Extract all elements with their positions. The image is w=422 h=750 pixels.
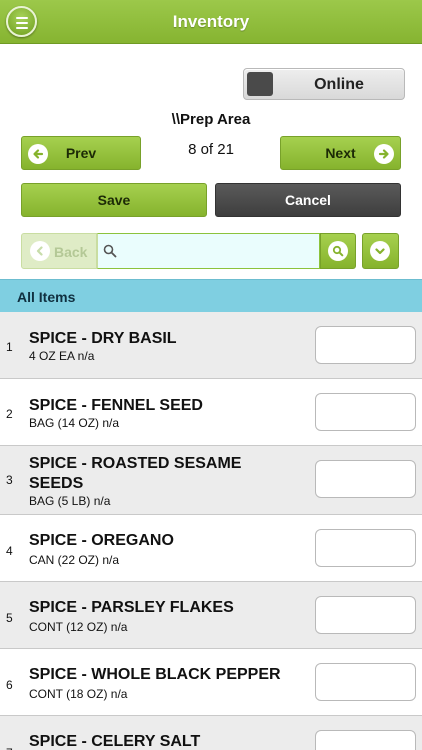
item-name: SPICE - CELERY SALT xyxy=(29,733,201,750)
cancel-button[interactable]: Cancel xyxy=(215,183,401,217)
item-number: 6 xyxy=(6,678,13,692)
page-title: Inventory xyxy=(172,12,250,31)
list-item: 1 SPICE - DRY BASIL 4 OZ EA n/a xyxy=(0,312,422,379)
page-counter: 8 of 21 xyxy=(188,141,234,158)
quantity-input[interactable] xyxy=(315,529,416,567)
item-name: SPICE - PARSLEY FLAKES xyxy=(29,599,234,616)
item-detail: CAN (22 OZ) n/a xyxy=(29,553,120,567)
item-detail: 4 OZ EA n/a xyxy=(29,349,95,363)
quantity-input[interactable] xyxy=(315,730,416,750)
item-number: 3 xyxy=(6,473,13,487)
item-name: SPICE - ROASTED SESAME SEEDS xyxy=(29,455,242,492)
save-button[interactable]: Save xyxy=(21,183,207,217)
quantity-input[interactable] xyxy=(315,393,416,431)
prev-label: Prev xyxy=(65,145,97,161)
item-name: SPICE - FENNEL SEED xyxy=(29,397,203,414)
chevron-down-icon xyxy=(370,241,390,261)
item-detail: CONT (12 OZ) n/a xyxy=(29,620,128,634)
item-number: 5 xyxy=(6,611,13,625)
list-header-label: All Items xyxy=(17,289,76,305)
item-detail: CONT (18 OZ) n/a xyxy=(29,687,128,701)
toggle-knob xyxy=(247,72,273,96)
search-box xyxy=(97,233,320,269)
back-label: Back xyxy=(54,244,88,260)
quantity-input[interactable] xyxy=(315,460,416,498)
arrow-right-icon xyxy=(374,144,394,164)
list-item: 6 SPICE - WHOLE BLACK PEPPER CONT (18 OZ… xyxy=(0,649,422,716)
item-number: 4 xyxy=(6,544,13,558)
next-label: Next xyxy=(325,145,356,161)
quantity-input[interactable] xyxy=(315,326,416,364)
list-header: All Items xyxy=(0,279,422,312)
list-item: 5 SPICE - PARSLEY FLAKES CONT (12 OZ) n/… xyxy=(0,582,422,649)
item-number: 2 xyxy=(6,407,13,421)
item-list: 1 SPICE - DRY BASIL 4 OZ EA n/a 2 SPICE … xyxy=(0,312,422,750)
item-number: 7 xyxy=(6,746,13,750)
back-button[interactable]: Back xyxy=(21,233,97,269)
app-header: Inventory xyxy=(0,0,422,44)
next-button[interactable]: Next xyxy=(280,136,401,170)
magnifier-icon xyxy=(328,241,348,261)
quantity-input[interactable] xyxy=(315,663,416,701)
filter-dropdown-button[interactable] xyxy=(362,233,399,269)
online-toggle[interactable]: Online xyxy=(243,68,405,100)
arrow-left-icon xyxy=(28,144,48,164)
list-item: 2 SPICE - FENNEL SEED BAG (14 OZ) n/a xyxy=(0,379,422,446)
search-button[interactable] xyxy=(320,233,356,269)
search-icon xyxy=(103,244,117,263)
list-item: 7 SPICE - CELERY SALT xyxy=(0,716,422,750)
item-detail: BAG (5 LB) n/a xyxy=(29,494,111,508)
quantity-input[interactable] xyxy=(315,596,416,634)
area-title: \\Prep Area xyxy=(171,111,251,128)
prev-button[interactable]: Prev xyxy=(21,136,141,170)
item-detail: BAG (14 OZ) n/a xyxy=(29,416,120,430)
search-input[interactable] xyxy=(120,234,318,268)
item-name: SPICE - OREGANO xyxy=(29,532,174,549)
item-name: SPICE - DRY BASIL xyxy=(29,330,177,347)
item-number: 1 xyxy=(6,340,13,354)
chevron-left-icon xyxy=(30,241,50,261)
list-item: 3 SPICE - ROASTED SESAME SEEDS BAG (5 LB… xyxy=(0,446,422,515)
online-label: Online xyxy=(314,76,364,93)
list-item: 4 SPICE - OREGANO CAN (22 OZ) n/a xyxy=(0,515,422,582)
item-name: SPICE - WHOLE BLACK PEPPER xyxy=(29,666,281,683)
